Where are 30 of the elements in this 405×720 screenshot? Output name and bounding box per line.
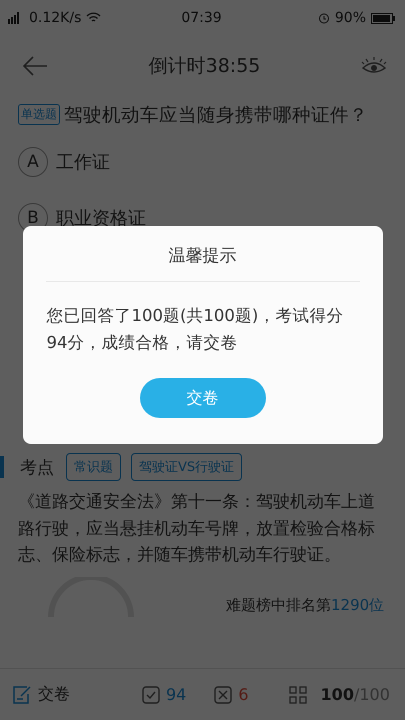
current-number: 100	[320, 685, 354, 704]
rank-label: 难题榜中排名第	[226, 596, 331, 614]
correct-count: 94	[166, 685, 186, 704]
rank-value: 1290位	[331, 596, 384, 614]
option-text[interactable]: 职业资格证	[56, 206, 146, 230]
battery-percent: 90%	[334, 10, 366, 26]
question-type-tag: 单选题	[18, 104, 60, 125]
edit-icon	[12, 684, 32, 704]
back-icon[interactable]	[22, 56, 48, 76]
checkbox-icon	[142, 686, 160, 704]
alarm-icon	[318, 12, 330, 24]
explanation-text: 《道路交通安全法》第十一条：驾驶机动车上道路行驶，应当悬挂机动车号牌，放置检验合格标志、保险标志，并随车携带机动车行驶证。	[18, 491, 376, 567]
countdown-title: 倒计时38:55	[148, 54, 260, 79]
clock-time: 07:39	[181, 10, 222, 26]
wifi-icon	[86, 12, 102, 24]
dialog-title: 温馨提示	[168, 245, 236, 268]
battery-icon	[371, 12, 396, 24]
submit-button[interactable]: 交卷	[12, 684, 70, 705]
close-icon	[214, 686, 232, 704]
wrong-count: 6	[238, 685, 249, 704]
knowledge-label: 考点	[20, 456, 54, 478]
network-speed: 0.12K/s	[29, 10, 82, 26]
dialog-message: 您已回答了100题(共100题)，考试得分94分，成绩合格，请交卷	[46, 305, 344, 354]
option-letter[interactable]: A	[18, 147, 48, 177]
question-text: 驾驶机动车应当随身携带哪种证件？	[64, 104, 368, 127]
knowledge-tag[interactable]: 常识题	[66, 453, 121, 481]
submit-button[interactable]: 交卷	[140, 378, 266, 418]
option-text[interactable]: 工作证	[56, 150, 110, 174]
grid-icon[interactable]	[288, 686, 307, 704]
knowledge-tag[interactable]: 驾驶证VS行驶证	[131, 453, 242, 481]
